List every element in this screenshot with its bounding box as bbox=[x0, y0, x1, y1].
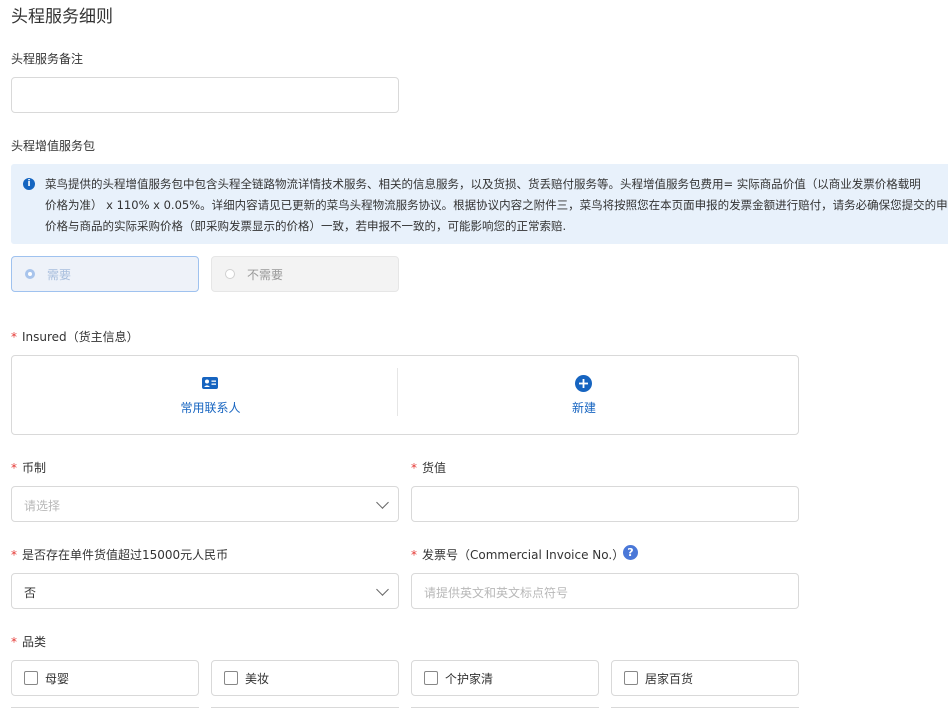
over-limit-label: * 是否存在单件货值超过15000元人民币 bbox=[11, 548, 229, 562]
insured-panel: 常用联系人 新建 bbox=[11, 355, 799, 435]
invoice-no-label: * 发票号（Commercial Invoice No.） bbox=[411, 548, 625, 562]
required-mark: * bbox=[411, 548, 417, 562]
category-label: * 品类 bbox=[11, 635, 47, 649]
contact-card-icon bbox=[202, 377, 218, 389]
notice-line: 价格为准） x 110% x 0.05%。详细内容请见已更新的菜鸟头程物流服务协… bbox=[45, 198, 948, 212]
category-option[interactable]: 母婴 bbox=[11, 660, 199, 696]
add-circle-icon bbox=[575, 375, 592, 392]
required-mark: * bbox=[11, 635, 17, 649]
invoice-no-placeholder: 请提供英文和英文标点符号 bbox=[424, 586, 569, 600]
category-option[interactable]: 美妆 bbox=[211, 660, 399, 696]
goods-value-input[interactable] bbox=[411, 486, 799, 522]
invoice-no-input[interactable]: 请提供英文和英文标点符号 bbox=[411, 573, 799, 609]
remark-label: 头程服务备注 bbox=[11, 52, 84, 66]
currency-placeholder: 请选择 bbox=[24, 499, 61, 513]
value-added-notice: i 菜鸟提供的头程增值服务包中包含头程全链路物流详情技术服务、相关的信息服务，以… bbox=[11, 164, 948, 244]
notice-line: 价格与商品的实际采购价格（即采购发票显示的价格）一致，若申报不一致的，可能影响您… bbox=[45, 219, 567, 233]
required-mark: * bbox=[11, 548, 17, 562]
required-mark: * bbox=[11, 330, 17, 344]
contacts-label: 常用联系人 bbox=[180, 401, 241, 415]
insured-label: * Insured（货主信息） bbox=[11, 330, 139, 344]
chevron-down-icon bbox=[376, 496, 389, 509]
radio-not-need[interactable]: 不需要 bbox=[211, 256, 399, 292]
radio-unselected-icon bbox=[225, 269, 235, 279]
goods-value-label: * 货值 bbox=[411, 461, 447, 475]
page-title: 头程服务细则 bbox=[11, 7, 113, 27]
over-limit-select[interactable]: 否 bbox=[11, 573, 399, 609]
checkbox-icon bbox=[24, 671, 38, 685]
currency-label: * 币制 bbox=[11, 461, 47, 475]
category-option[interactable]: 个护家清 bbox=[411, 660, 599, 696]
required-mark: * bbox=[11, 461, 17, 475]
contacts-button[interactable]: 常用联系人 bbox=[12, 356, 397, 434]
remark-input[interactable] bbox=[11, 77, 399, 113]
checkbox-icon bbox=[424, 671, 438, 685]
help-icon[interactable]: ? bbox=[623, 545, 638, 560]
over-limit-value: 否 bbox=[24, 586, 37, 600]
checkbox-icon bbox=[624, 671, 638, 685]
radio-selected-icon bbox=[25, 269, 35, 279]
value-added-label: 头程增值服务包 bbox=[11, 139, 96, 153]
radio-need[interactable]: 需要 bbox=[11, 256, 199, 292]
info-icon: i bbox=[23, 178, 35, 190]
radio-not-need-label: 不需要 bbox=[247, 267, 284, 282]
new-button[interactable]: 新建 bbox=[398, 356, 798, 434]
checkbox-icon bbox=[224, 671, 238, 685]
chevron-down-icon bbox=[376, 583, 389, 596]
notice-line: 菜鸟提供的头程增值服务包中包含头程全链路物流详情技术服务、相关的信息服务，以及货… bbox=[45, 177, 921, 191]
new-label: 新建 bbox=[571, 401, 596, 415]
category-option[interactable]: 居家百货 bbox=[611, 660, 799, 696]
required-mark: * bbox=[411, 461, 417, 475]
currency-select[interactable]: 请选择 bbox=[11, 486, 399, 522]
radio-need-label: 需要 bbox=[47, 267, 72, 282]
